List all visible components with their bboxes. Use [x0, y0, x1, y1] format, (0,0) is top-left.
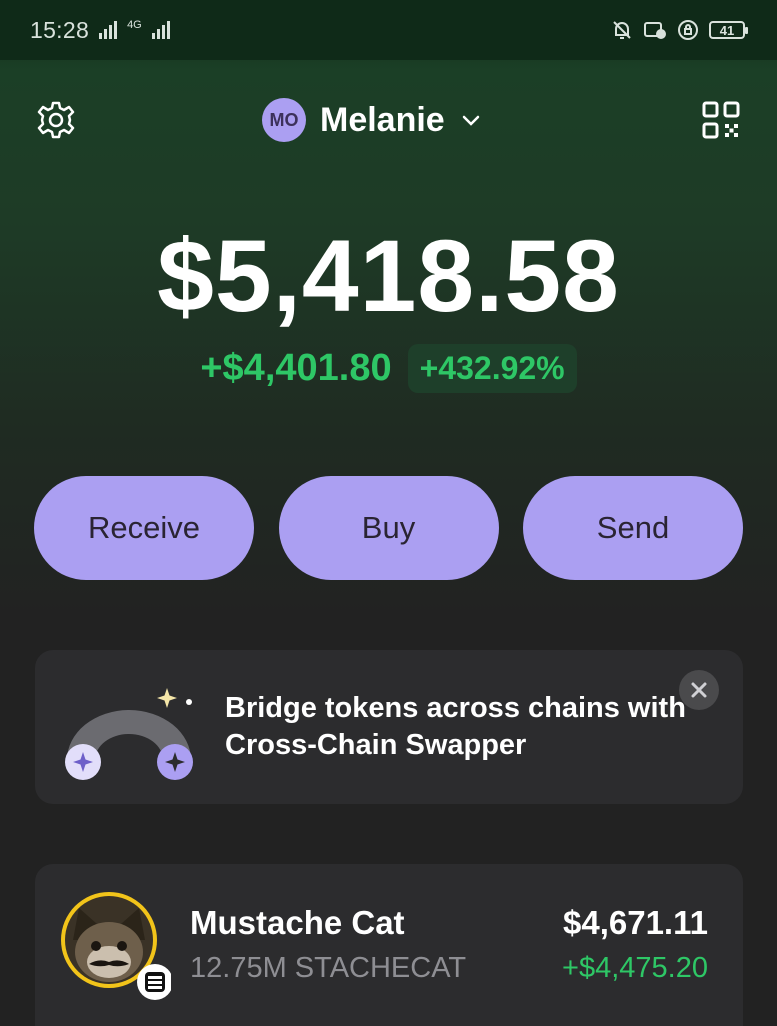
battery-level: 41 [719, 22, 735, 38]
gear-icon [37, 101, 75, 139]
token-name: Mustache Cat [190, 904, 405, 941]
settings-button[interactable] [34, 98, 78, 142]
token-change: +$4,475.20 [562, 952, 708, 984]
network-type: 4G [127, 19, 142, 31]
bell-muted-icon [613, 21, 631, 39]
lock-rotation-icon [678, 20, 698, 40]
avatar: MO [262, 98, 306, 142]
signal-icon [99, 21, 118, 39]
buy-button[interactable]: Buy [278, 476, 499, 580]
change-amount: +$4,401.80 [200, 347, 392, 389]
status-right: 41 [611, 19, 748, 41]
battery-icon: 41 [709, 21, 748, 39]
token-amount: 12.75M STACHECAT [190, 952, 467, 984]
signal-icon-2 [151, 21, 170, 39]
token-value: $4,671.11 [563, 904, 708, 941]
message-icon [644, 22, 666, 39]
receive-button[interactable]: Receive [34, 476, 254, 580]
account-name: Melanie [320, 100, 445, 139]
qr-code-icon [702, 101, 740, 139]
qr-scan-button[interactable] [699, 98, 743, 142]
close-icon [691, 682, 707, 698]
account-switcher[interactable]: MO Melanie [262, 96, 483, 144]
total-balance: $5,418.58 [157, 219, 620, 333]
promo-close-button[interactable] [679, 670, 719, 710]
status-bar: 15:28 4G 41 [0, 0, 777, 60]
chevron-down-icon [462, 115, 479, 126]
bridge-illustration-icon [65, 688, 193, 780]
change-percent-badge: +432.92% [407, 344, 577, 393]
status-time: 15:28 [30, 16, 90, 43]
mustache-cat-token-icon [61, 892, 171, 1000]
promo-text: Bridge tokens across chains with Cross-C… [225, 692, 686, 761]
status-left: 15:28 4G [30, 17, 170, 44]
token-row[interactable]: Mustache Cat 12.75M STACHECAT $4,671.11 … [35, 864, 743, 1026]
send-button[interactable]: Send [523, 476, 743, 580]
action-buttons: Receive Buy Send [34, 476, 743, 580]
promo-banner[interactable]: Bridge tokens across chains with Cross-C… [35, 650, 743, 804]
balance-change-row: +$4,401.80 +432.92% [0, 344, 777, 393]
top-bar: MO Melanie [0, 88, 777, 152]
